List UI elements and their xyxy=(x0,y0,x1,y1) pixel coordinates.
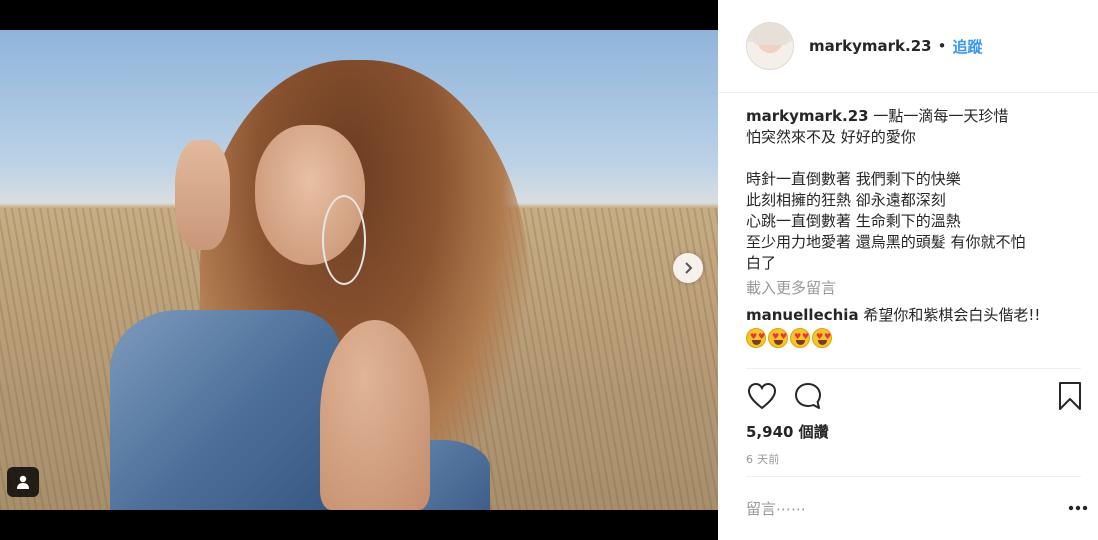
load-more-comments-link[interactable]: 載入更多留言 xyxy=(746,278,1076,299)
caption-line: 此刻相擁的狂熱 卻永遠都深刻 xyxy=(746,191,946,209)
action-bar xyxy=(746,378,1086,414)
media-stage xyxy=(0,0,718,540)
caption: markymark.23 一點一滴每一天珍惜 怕突然來不及 好好的愛你 時針一直… xyxy=(746,106,1076,274)
caption-username[interactable]: markymark.23 xyxy=(746,107,869,125)
divider xyxy=(746,368,1081,369)
heart-eyes-emoji-icon: ♥ ♥ xyxy=(768,328,788,348)
heart-eyes-emoji-icon: ♥ ♥ xyxy=(746,328,766,348)
caption-line: 至少用力地愛著 還烏黑的頭髮 有你就不怕 xyxy=(746,233,1026,251)
caption-line: 怕突然來不及 好好的愛你 xyxy=(746,128,916,146)
post-header: markymark.23 • 追蹤 xyxy=(718,0,1098,93)
caption-line: 白了 xyxy=(746,254,777,272)
comment-bubble-icon xyxy=(795,383,821,409)
chevron-right-icon xyxy=(685,262,693,274)
separator-dot: • xyxy=(937,37,947,55)
post-timestamp[interactable]: 6 天前 xyxy=(746,451,780,467)
caption-line: 心跳一直倒數著 生命剩下的溫熱 xyxy=(746,212,961,230)
more-dots-icon xyxy=(1068,505,1088,511)
more-options-button[interactable] xyxy=(1066,498,1090,518)
like-button[interactable] xyxy=(746,380,778,412)
heart-icon xyxy=(747,382,777,410)
heart-eyes-emoji-icon: ♥ ♥ xyxy=(790,328,810,348)
comment-button[interactable] xyxy=(792,380,824,412)
likes-count[interactable]: 5,940 個讚 xyxy=(746,421,829,442)
divider xyxy=(746,476,1081,477)
avatar[interactable] xyxy=(746,22,794,70)
tagged-users-button[interactable] xyxy=(7,467,39,497)
comment-text: 希望你和紫棋会白头偕老!! xyxy=(863,306,1041,324)
heart-eyes-emoji-icon: ♥ ♥ xyxy=(812,328,832,348)
post-side-panel: markymark.23 • 追蹤 markymark.23 一點一滴每一天珍惜… xyxy=(718,0,1098,540)
bookmark-icon xyxy=(1059,382,1081,410)
caption-line: 時針一直倒數著 我們剩下的快樂 xyxy=(746,170,961,188)
add-comment-input[interactable]: 留言⋯⋯ xyxy=(746,498,806,519)
comments-section: markymark.23 一點一滴每一天珍惜 怕突然來不及 好好的愛你 時針一直… xyxy=(746,106,1076,348)
comment-username[interactable]: manuellechia xyxy=(746,306,859,324)
caption-line xyxy=(746,148,1076,169)
save-button[interactable] xyxy=(1054,380,1086,412)
comment-emojis: ♥ ♥ ♥ ♥ ♥ ♥ ♥ ♥ xyxy=(746,328,1076,348)
user-tag-icon xyxy=(17,475,29,489)
header-username[interactable]: markymark.23 xyxy=(809,37,932,55)
post-photo[interactable] xyxy=(0,30,718,510)
next-photo-button[interactable] xyxy=(673,253,703,283)
comment-item: manuellechia 希望你和紫棋会白头偕老!! ♥ ♥ ♥ ♥ ♥ ♥ ♥ ♥ xyxy=(746,305,1076,348)
follow-button[interactable]: 追蹤 xyxy=(952,36,982,57)
caption-line: 一點一滴每一天珍惜 xyxy=(873,107,1009,125)
